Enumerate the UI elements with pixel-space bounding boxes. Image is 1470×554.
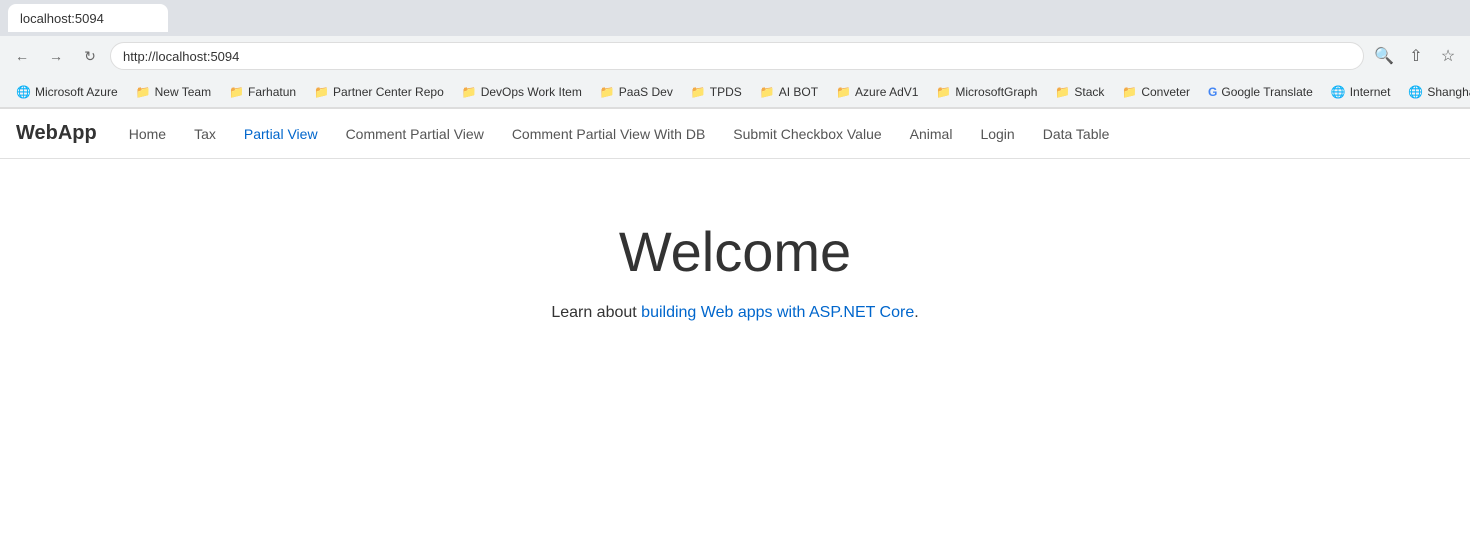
aspnet-link[interactable]: building Web apps with ASP.NET Core [641,304,914,321]
nav-link-animal[interactable]: Animal [898,120,965,148]
welcome-title: Welcome [619,219,851,284]
nav-link-data-table[interactable]: Data Table [1031,120,1122,148]
bookmark-label: AI BOT [779,85,818,99]
toolbar-icons: 🔍 ⇧ ☆ [1370,42,1462,70]
address-input[interactable] [110,42,1364,70]
nav-links: HomeTaxPartial ViewComment Partial ViewC… [117,120,1122,148]
bookmark-label: Microsoft Azure [35,85,118,99]
bookmark-icon: 📁 [314,85,329,99]
main-content: Welcome Learn about building Web apps wi… [0,159,1470,382]
bookmarks-bar: 🌐 Microsoft Azure 📁 New Team 📁 Farhatun 📁 Partn… [0,76,1470,108]
nav-link-tax[interactable]: Tax [182,120,228,148]
welcome-subtitle: Learn about building Web apps with ASP.N… [551,304,918,322]
reload-button[interactable]: ↻ [76,42,104,70]
nav-link-comment-partial-view-with-db[interactable]: Comment Partial View With DB [500,120,717,148]
bookmark-item[interactable]: 📁 Azure AdV1 [828,83,926,101]
bookmark-label: Farhatun [248,85,296,99]
nav-link-comment-partial-view[interactable]: Comment Partial View [334,120,496,148]
tab-label: localhost:5094 [20,11,104,26]
bookmark-item[interactable]: 📁 Conveter [1114,83,1198,101]
bookmark-label: Stack [1074,85,1104,99]
bookmark-icon: 🌐 [1331,85,1346,99]
bookmark-label: TPDS [710,85,742,99]
bookmark-icon: 🌐 [16,85,31,99]
bookmark-label: New Team [155,85,211,99]
bookmark-item[interactable]: 📁 TPDS [683,83,750,101]
bookmark-item[interactable]: 🌐 Shanghai [1400,83,1470,101]
bookmark-icon: G [1208,85,1217,99]
bookmark-item[interactable]: 🌐 Internet [1323,83,1399,101]
bookmark-label: DevOps Work Item [481,85,582,99]
bookmark-icon: 📁 [936,85,951,99]
bookmark-label: Shanghai [1427,85,1470,99]
bookmark-icon: 📁 [836,85,851,99]
bookmark-label: Azure AdV1 [855,85,918,99]
bookmark-icon: 🌐 [1408,85,1423,99]
bookmark-icon: 📁 [229,85,244,99]
bookmark-label: Partner Center Repo [333,85,444,99]
nav-link-submit-checkbox-value[interactable]: Submit Checkbox Value [721,120,893,148]
webapp-nav: WebApp HomeTaxPartial ViewComment Partia… [0,109,1470,159]
bookmark-item[interactable]: 📁 DevOps Work Item [454,83,590,101]
bookmark-label: MicrosoftGraph [955,85,1037,99]
bookmark-icon: 📁 [462,85,477,99]
webapp-brand: WebApp [16,122,97,145]
forward-button[interactable]: → [42,42,70,70]
bookmark-label: Google Translate [1221,85,1312,99]
subtitle-text: Learn about [551,304,641,321]
address-bar-row: ← → ↻ 🔍 ⇧ ☆ [0,36,1470,76]
bookmark-item[interactable]: 🌐 Microsoft Azure [8,83,126,101]
tab-bar: localhost:5094 [0,0,1470,36]
bookmark-icon: 📁 [691,85,706,99]
nav-link-home[interactable]: Home [117,120,178,148]
star-button[interactable]: ☆ [1434,42,1462,70]
bookmark-label: PaaS Dev [619,85,673,99]
suffix-text: . [914,304,918,321]
bookmark-icon: 📁 [136,85,151,99]
search-button[interactable]: 🔍 [1370,42,1398,70]
bookmark-item[interactable]: 📁 Farhatun [221,83,304,101]
bookmark-label: Internet [1350,85,1391,99]
bookmark-icon: 📁 [760,85,775,99]
back-button[interactable]: ← [8,42,36,70]
bookmark-item[interactable]: 📁 Stack [1047,83,1112,101]
bookmark-item[interactable]: 📁 AI BOT [752,83,826,101]
bookmark-icon: 📁 [1122,85,1137,99]
bookmark-item[interactable]: 📁 Partner Center Repo [306,83,452,101]
bookmark-item[interactable]: 📁 PaaS Dev [592,83,681,101]
bookmark-item[interactable]: 📁 New Team [128,83,219,101]
bookmark-icon: 📁 [1055,85,1070,99]
bookmark-item[interactable]: G Google Translate [1200,83,1321,101]
browser-tab[interactable]: localhost:5094 [8,4,168,32]
bookmark-label: Conveter [1141,85,1190,99]
bookmark-item[interactable]: 📁 MicrosoftGraph [928,83,1045,101]
nav-link-login[interactable]: Login [968,120,1026,148]
browser-chrome: localhost:5094 ← → ↻ 🔍 ⇧ ☆ 🌐 Microsoft Az… [0,0,1470,109]
nav-link-partial-view[interactable]: Partial View [232,120,330,148]
bookmark-icon: 📁 [600,85,615,99]
share-button[interactable]: ⇧ [1402,42,1430,70]
